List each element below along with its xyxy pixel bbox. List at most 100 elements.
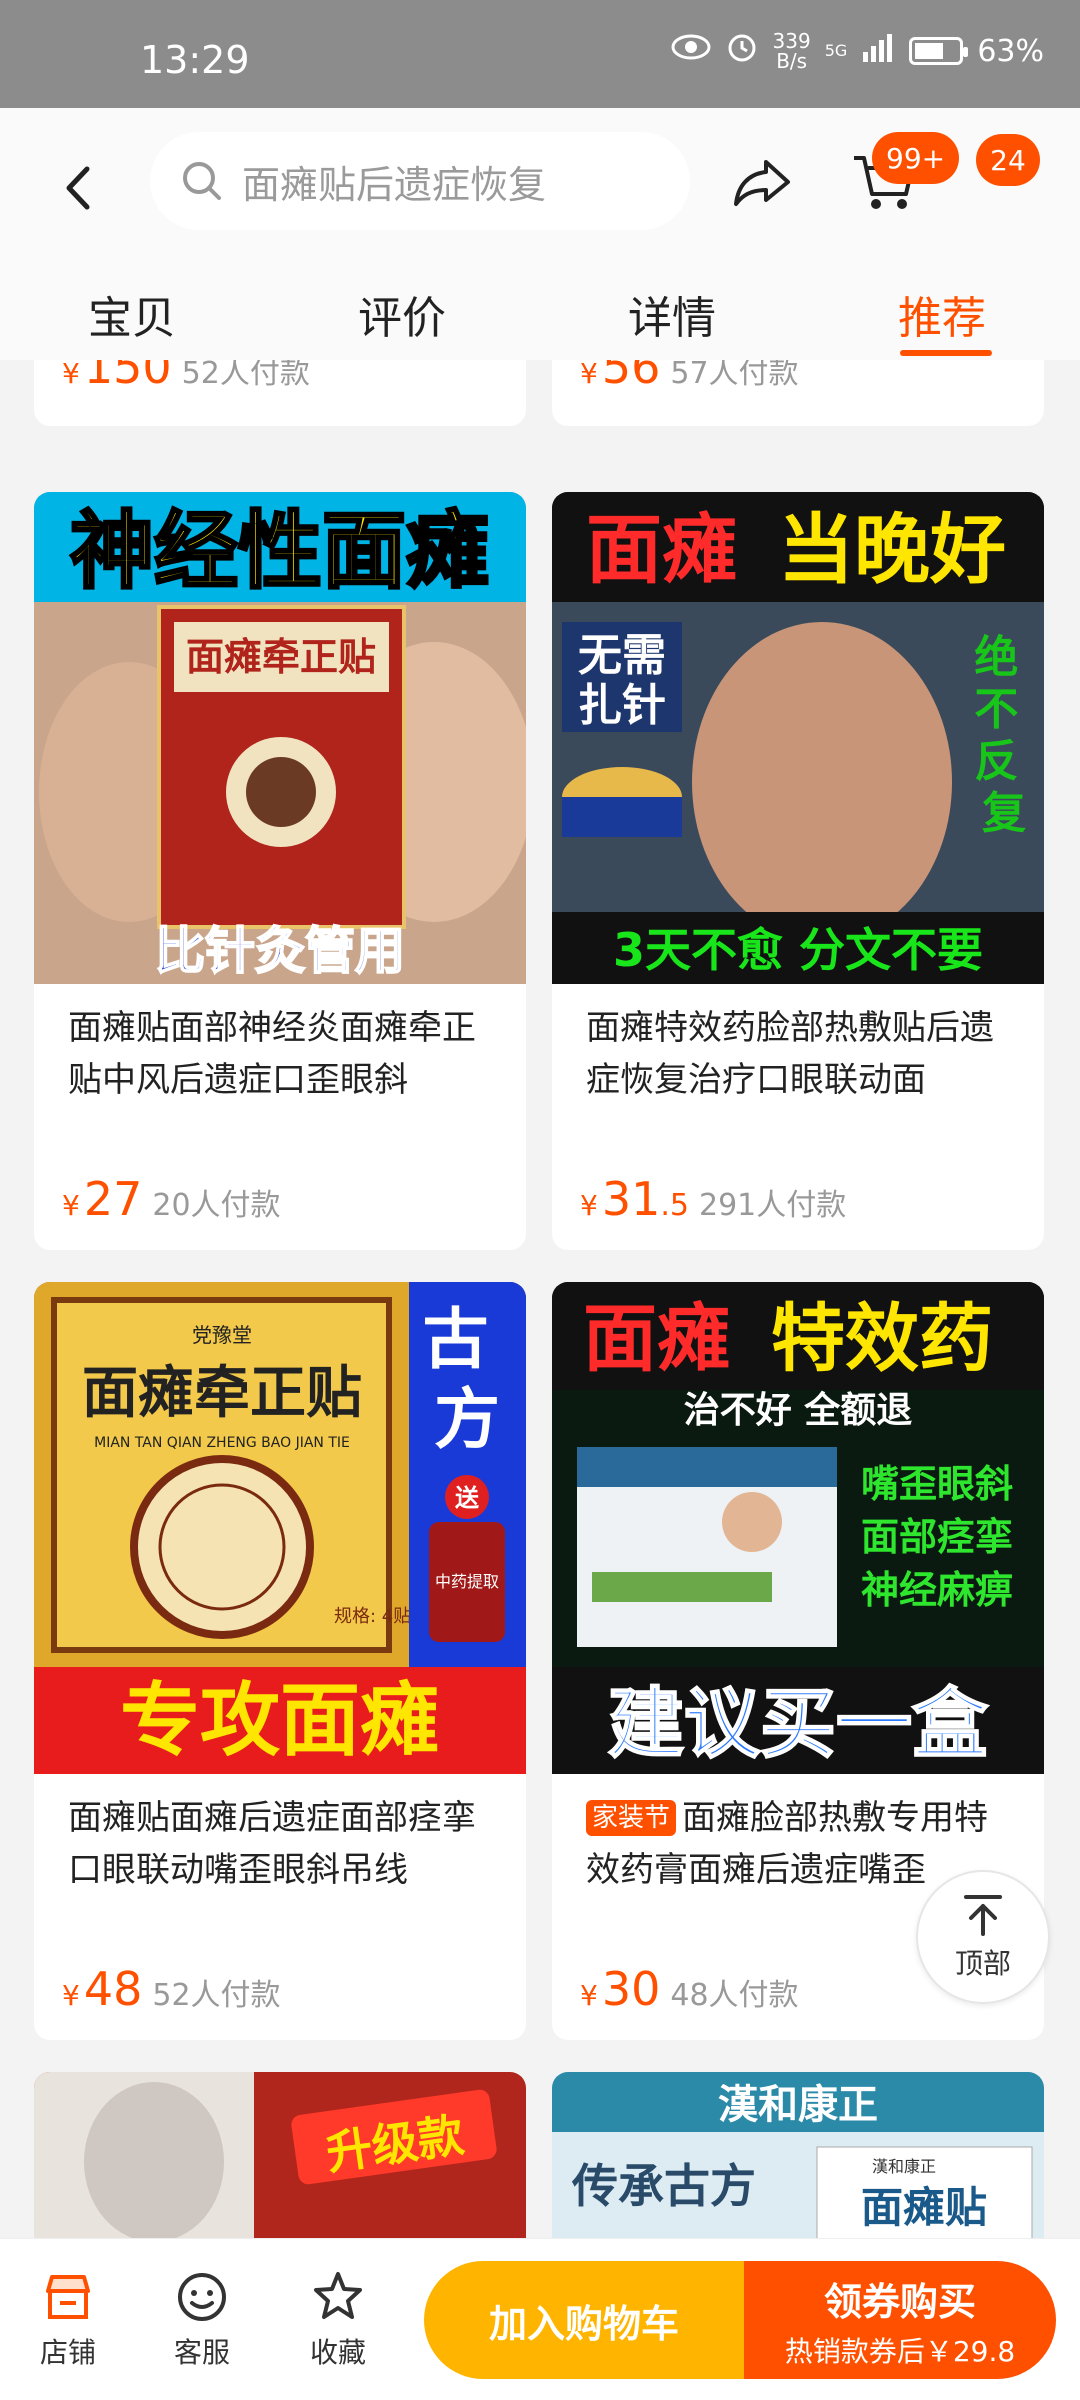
customer-service-button[interactable]: 客服 (152, 2269, 252, 2371)
product-card-partial[interactable]: 升级款 (34, 2072, 526, 2238)
back-to-top-button[interactable]: 顶部 (916, 1870, 1050, 2004)
buy-with-coupon-button[interactable]: 领券购买 热销款券后￥29.8 (744, 2261, 1056, 2379)
product-title: 面瘫贴面瘫后遗症面部痉挛口眼联动嘴歪眼斜吊线 (68, 1798, 476, 1890)
search-bar[interactable]: 面瘫贴后遗症恢复 (150, 132, 690, 230)
poster-box-brand: 漢和康正 (872, 2157, 936, 2176)
poster-headline-a: 面瘫 (586, 505, 738, 594)
favorite-label: 收藏 (309, 2336, 366, 2369)
buy-main-label: 领券购买 (823, 2279, 976, 2324)
buy-sub-label: 热销款券后￥29.8 (784, 2334, 1016, 2368)
poster-box-label: 面瘫牵正贴 (82, 1361, 362, 1426)
poster-pinyin: MIAN TAN QIAN ZHENG BAO JIAN TIE (94, 1435, 350, 1451)
back-to-top-label: 顶部 (954, 1947, 1011, 1980)
product-card[interactable]: 面瘫 当晚好 无需 扎针 绝 不 反 复 3天不愈 分文不要 面瘫特效药脸部热敷… (552, 492, 1044, 1250)
arrow-up-icon (964, 1895, 1002, 1936)
poster-text: 传承古方 (571, 2159, 756, 2213)
poster-line-1: 嘴歪眼斜 (861, 1462, 1013, 1506)
poster-line-3: 神经麻痹 (861, 1568, 1013, 1612)
chevron-left-icon (66, 166, 90, 210)
price-row: ¥ 31 .5 291人付款 (580, 1172, 846, 1226)
product-image: 神经性面瘫 面瘫牵正贴 比针灸管用 (34, 492, 526, 984)
price-row: ¥ 56 57人付款 (580, 360, 799, 394)
net-speed-unit: B/s (776, 49, 808, 73)
poster-footer: 专攻面瘫 (120, 1674, 440, 1767)
price: 150 (83, 360, 172, 394)
poster-footer: 比针灸管用 (155, 922, 405, 980)
poster-headline-a: 面瘫 (583, 1296, 731, 1382)
poster-box-label: 面瘫牵正贴 (186, 635, 376, 679)
poster-headline-b: 特效药 (771, 1296, 993, 1382)
network-speed: 339 B/s (773, 31, 811, 71)
poster-left-1: 无需 (578, 630, 666, 681)
price-row: ¥ 150 52人付款 (62, 360, 310, 394)
favorite-button[interactable]: 收藏 (288, 2269, 388, 2371)
paid-count: 291人付款 (699, 1188, 847, 1223)
poster-headline: 神经性面瘫 (70, 502, 490, 600)
product-image: 面瘫 特效药 治不好 全额退 嘴歪眼斜 面部痉挛 神经麻痹 建议买一盒 (552, 1282, 1044, 1774)
eye-icon (671, 33, 711, 69)
yen-symbol: ¥ (62, 1189, 80, 1222)
paid-count: 52人付款 (152, 1978, 281, 2013)
status-icons: 339 B/s 5G 63% (671, 30, 1044, 72)
product-image: 升级款 (34, 2072, 526, 2238)
product-image: 漢和康正 传承古方 漢和康正 面瘫贴 (552, 2072, 1044, 2238)
poster-footer: 建议买一盒 (608, 1679, 989, 1768)
product-card[interactable]: 神经性面瘫 面瘫牵正贴 比针灸管用 面瘫贴面部神经炎面瘫牵正贴中风后遗症口歪眼斜… (34, 492, 526, 1250)
active-tab-indicator (900, 350, 992, 356)
yen-symbol: ¥ (62, 1979, 80, 2012)
product-card[interactable]: 党豫堂 面瘫牵正贴 MIAN TAN QIAN ZHENG BAO JIAN T… (34, 1282, 526, 2040)
service-label: 客服 (173, 2336, 230, 2369)
shop-button[interactable]: 店铺 (18, 2269, 118, 2371)
chat-face-icon (178, 2273, 226, 2321)
status-bar: 13:29 339 B/s 5G 63% (0, 0, 1080, 108)
price: 30 (601, 1962, 661, 2016)
price-decimal: .5 (660, 1188, 689, 1223)
poster-brand: 党豫堂 (192, 1323, 252, 1347)
tab-baobei[interactable]: 宝贝 (88, 282, 176, 346)
product-card-partial[interactable]: ¥ 56 57人付款 (552, 360, 1044, 426)
product-card-partial[interactable]: 漢和康正 传承古方 漢和康正 面瘫贴 (552, 2072, 1044, 2238)
poster-headline-b: 当晚好 (778, 505, 1006, 594)
product-image: 面瘫 当晚好 无需 扎针 绝 不 反 复 3天不愈 分文不要 (552, 492, 1044, 984)
price: 56 (601, 360, 661, 394)
message-badge[interactable]: 24 (976, 134, 1040, 186)
signal-icon (861, 32, 895, 70)
yen-symbol: ¥ (580, 1979, 598, 2012)
poster-gift: 送 (455, 1484, 480, 1512)
search-placeholder: 面瘫贴后遗症恢复 (242, 162, 547, 207)
yen-symbol: ¥ (580, 1189, 598, 1222)
price-row: ¥ 27 20人付款 (62, 1172, 281, 1226)
poster-brand: 漢和康正 (718, 2082, 878, 2128)
price: 48 (83, 1962, 143, 2016)
paid-count: 48人付款 (670, 1978, 799, 2013)
tab-reviews[interactable]: 评价 (358, 282, 446, 346)
battery-icon (909, 37, 969, 65)
header: 面瘫贴后遗症恢复 99+ 24 宝贝 评价 详情 推荐 (0, 108, 1080, 360)
poster-right-text: 绝 不 反 复 (974, 632, 1033, 839)
alarm-icon (725, 30, 759, 72)
tab-bar: 宝贝 评价 详情 推荐 (0, 268, 1080, 360)
price: 27 (83, 1172, 143, 1226)
paid-count: 20人付款 (152, 1188, 281, 1223)
poster-spec: 规格: 4贴 (334, 1606, 411, 1627)
tab-recommend[interactable]: 推荐 (898, 282, 986, 346)
back-button[interactable] (58, 158, 98, 218)
poster-box-label: 面瘫贴 (861, 2183, 987, 2232)
network-type: 5G (824, 41, 848, 60)
poster-sub: 治不好 全额退 (684, 1389, 913, 1431)
product-card-partial[interactable]: ¥ 150 52人付款 (34, 360, 526, 426)
battery-percent: 63% (977, 33, 1044, 69)
share-button[interactable] (730, 150, 794, 214)
product-title: 面瘫特效药脸部热敷贴后遗症恢复治疗口眼联动面 (586, 1008, 994, 1100)
bottom-action-bar: 店铺 客服 收藏 加入购物车 领券购买 热销款券后￥29.8 (0, 2238, 1080, 2400)
net-speed-value: 339 (772, 29, 811, 53)
shop-icon (46, 2275, 90, 2319)
yen-symbol: ¥ (62, 360, 80, 390)
cart-badge: 99+ (872, 132, 960, 184)
poster-line-2: 面部痉挛 (861, 1515, 1013, 1559)
tab-details[interactable]: 详情 (628, 282, 716, 346)
paid-count: 52人付款 (181, 360, 310, 391)
promo-tag: 家装节 (586, 1800, 677, 1836)
add-to-cart-button[interactable]: 加入购物车 (424, 2261, 744, 2379)
price-row: ¥ 30 48人付款 (580, 1962, 799, 2016)
